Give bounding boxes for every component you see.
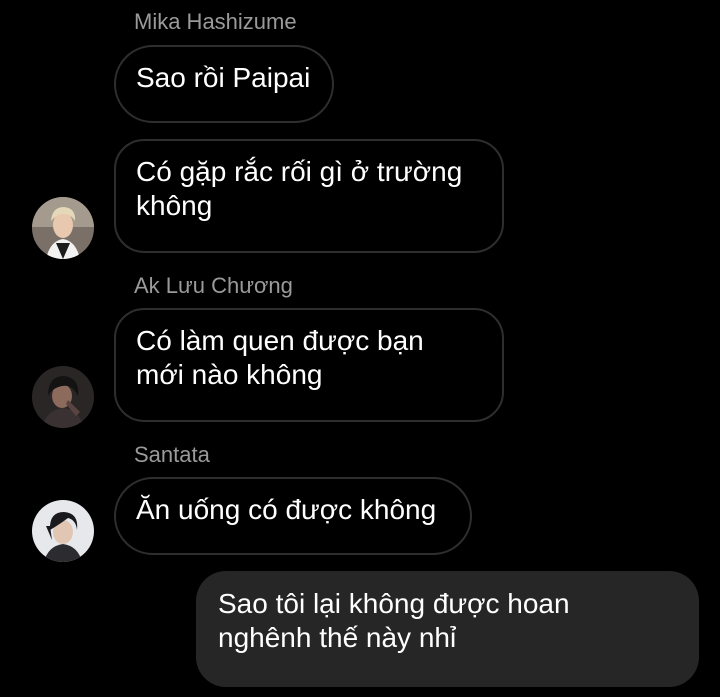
sender-name-santata: Santata [134, 442, 210, 467]
avatar-blond-man-icon [32, 197, 94, 259]
avatar-dark-hair-young-man-icon [32, 500, 94, 562]
message-text: Sao tôi lại không được hoan nghênh thế n… [218, 588, 570, 653]
message-bubble[interactable]: Có gặp rắc rối gì ở trường không [114, 139, 504, 253]
avatar-dark-hair-man-icon [32, 366, 94, 428]
outgoing-message-bubble[interactable]: Sao tôi lại không được hoan nghênh thế n… [196, 571, 699, 687]
message-text: Có làm quen được bạn mới nào không [136, 325, 424, 390]
sender-name-ak: Ak Lưu Chương [134, 273, 293, 298]
message-bubble[interactable]: Ăn uống có được không [114, 477, 472, 555]
avatar-ak[interactable] [32, 366, 94, 428]
message-text: Sao rồi Paipai [136, 62, 311, 93]
message-bubble[interactable]: Sao rồi Paipai [114, 45, 334, 123]
avatar-santata[interactable] [32, 500, 94, 562]
avatar-mika[interactable] [32, 197, 94, 259]
sender-name-mika: Mika Hashizume [134, 9, 297, 34]
message-text: Ăn uống có được không [136, 494, 437, 525]
message-bubble[interactable]: Có làm quen được bạn mới nào không [114, 308, 504, 422]
message-text: Có gặp rắc rối gì ở trường không [136, 156, 463, 221]
